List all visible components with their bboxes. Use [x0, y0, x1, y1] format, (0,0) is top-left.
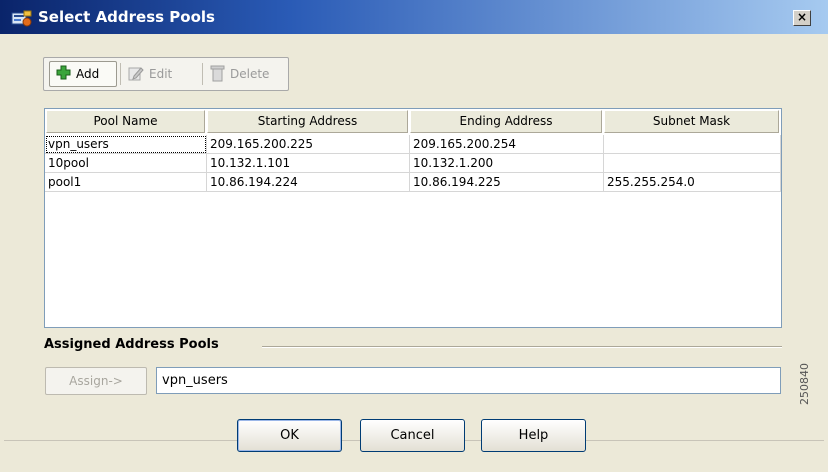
edit-button[interactable]: Edit: [122, 61, 200, 87]
edit-label: Edit: [149, 67, 173, 81]
cell-subnet-mask: 255.255.254.0: [604, 173, 781, 192]
add-button[interactable]: Add: [49, 61, 117, 87]
address-pool-app-icon: [11, 10, 33, 28]
table-row[interactable]: 10pool 10.132.1.101 10.132.1.200: [45, 154, 781, 173]
ok-button[interactable]: OK: [237, 419, 342, 452]
cell-ending-address: 10.86.194.225: [410, 173, 604, 192]
cell-subnet-mask: [604, 135, 781, 154]
help-button[interactable]: Help: [481, 419, 586, 452]
column-header-subnet-mask[interactable]: Subnet Mask: [604, 110, 779, 133]
toolbar-separator: [202, 63, 203, 85]
cell-pool-name: vpn_users: [45, 135, 207, 154]
assigned-pools-field[interactable]: vpn_users: [156, 367, 781, 394]
cell-pool-name: pool1: [45, 173, 207, 192]
edit-icon: [128, 65, 144, 84]
column-header-pool-name[interactable]: Pool Name: [46, 110, 205, 133]
column-header-starting-address[interactable]: Starting Address: [207, 110, 408, 133]
section-divider: [262, 346, 782, 348]
plus-icon: [56, 65, 71, 83]
table-header: Pool Name Starting Address Ending Addres…: [45, 109, 781, 135]
cell-pool-name: 10pool: [45, 154, 207, 173]
cell-subnet-mask: [604, 154, 781, 173]
cell-ending-address: 209.165.200.254: [410, 135, 604, 154]
pool-toolbar: Add Edit Delete: [43, 57, 289, 91]
address-pools-table: Pool Name Starting Address Ending Addres…: [44, 108, 782, 328]
close-button[interactable]: ×: [793, 10, 811, 26]
cell-starting-address: 10.86.194.224: [207, 173, 410, 192]
trash-icon: [210, 64, 225, 85]
title-bar: Select Address Pools ×: [0, 0, 828, 34]
table-row[interactable]: vpn_users 209.165.200.225 209.165.200.25…: [45, 135, 781, 154]
cell-ending-address: 10.132.1.200: [410, 154, 604, 173]
close-icon: ×: [796, 10, 808, 24]
cancel-button[interactable]: Cancel: [360, 419, 465, 452]
add-label: Add: [76, 67, 100, 81]
column-header-ending-address[interactable]: Ending Address: [410, 110, 602, 133]
toolbar-separator: [120, 63, 121, 85]
cell-starting-address: 10.132.1.101: [207, 154, 410, 173]
assign-button[interactable]: Assign->: [45, 367, 147, 395]
window-title: Select Address Pools: [38, 8, 215, 26]
table-row[interactable]: pool1 10.86.194.224 10.86.194.225 255.25…: [45, 173, 781, 192]
figure-id-watermark: 250840: [798, 363, 811, 405]
delete-button[interactable]: Delete: [204, 61, 286, 87]
delete-label: Delete: [230, 67, 270, 81]
assigned-pools-heading: Assigned Address Pools: [44, 337, 219, 352]
cell-starting-address: 209.165.200.225: [207, 135, 410, 154]
